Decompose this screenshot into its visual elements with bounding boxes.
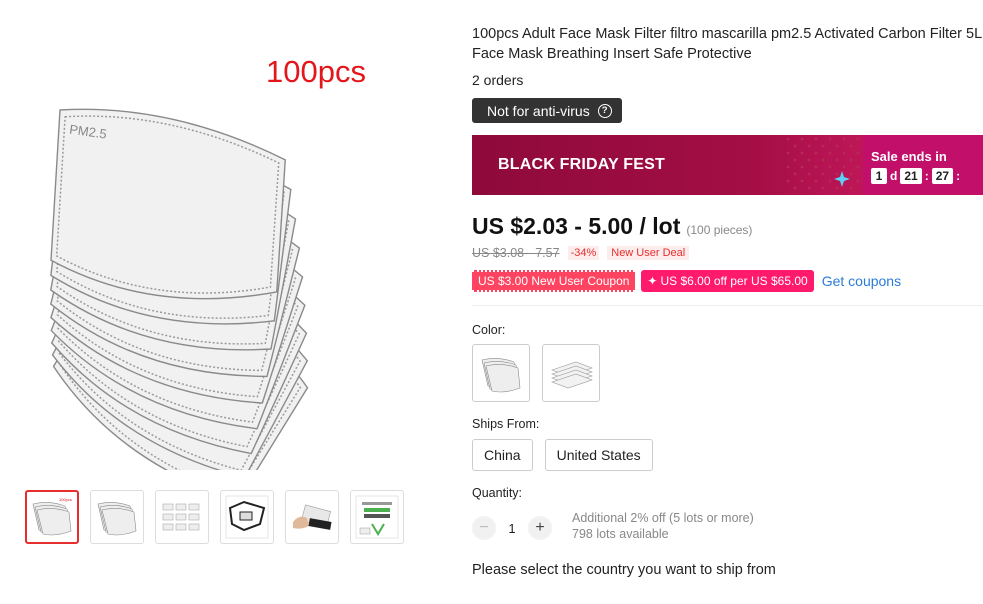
thumbnail-2[interactable] — [90, 490, 144, 544]
stock-available: 798 lots available — [572, 527, 669, 541]
quantity-stepper: − 1 + — [472, 516, 552, 540]
question-icon[interactable]: ? — [597, 103, 612, 118]
sale-ends-label: Sale ends in — [871, 149, 947, 164]
original-price: US $3.08 - 7.57 — [472, 246, 560, 260]
filter-stack-swatch-icon — [481, 358, 521, 393]
filter-pile-swatch-icon — [551, 361, 593, 389]
thumbnail-5[interactable] — [285, 490, 339, 544]
pieces-per-lot: (100 pieces) — [686, 223, 753, 237]
divider — [472, 305, 983, 306]
increase-quantity-button[interactable]: + — [528, 516, 552, 540]
decrease-quantity-button[interactable]: − — [472, 516, 496, 540]
shipping-country-prompt: Please select the country you want to sh… — [472, 562, 776, 578]
store-coupon[interactable]: ✦ US $6.00 off per US $65.00 — [641, 270, 814, 292]
bulk-discount-note: Additional 2% off (5 lots or more) — [572, 511, 754, 525]
ships-from-label: Ships From: — [472, 417, 540, 431]
product-title: 100pcs Adult Face Mask Filter filtro mas… — [472, 24, 983, 64]
mask-diagram-thumb-icon — [225, 495, 269, 539]
layers-diagram-thumb-icon — [355, 495, 399, 539]
thumbnail-strip: 100pcs — [25, 490, 404, 544]
count-overlay: 100pcs — [266, 54, 366, 89]
quantity-notes: Additional 2% off (5 lots or more) 798 l… — [572, 510, 754, 542]
countdown-days: 1 — [871, 168, 887, 184]
ship-option-united-states[interactable]: United States — [544, 439, 653, 471]
coupon-star-icon: ✦ — [647, 274, 658, 288]
separator: : — [924, 169, 929, 183]
color-option-2[interactable] — [542, 344, 600, 402]
countdown-timer: 1 d 21 : 27 : — [871, 168, 983, 184]
store-coupon-text: US $6.00 off per US $65.00 — [660, 274, 808, 288]
price-row: US $2.03 - 5.00 / lot (100 pieces) — [472, 213, 983, 240]
thumbnail-1[interactable]: 100pcs — [25, 490, 79, 544]
banner-title: BLACK FRIDAY FEST — [498, 156, 665, 173]
separator: : — [956, 169, 961, 183]
coupon-row: US $3.00 New User Coupon ✦ US $6.00 off … — [472, 270, 983, 292]
ship-option-china[interactable]: China — [472, 439, 533, 471]
countdown-minutes: 27 — [931, 168, 954, 184]
filter-grid-thumb-icon — [162, 503, 200, 531]
product-title-line-2: Face Mask Breathing Insert Safe Protecti… — [472, 46, 752, 62]
new-user-deal-badge: New User Deal — [607, 246, 690, 260]
thumbnail-6[interactable] — [350, 490, 404, 544]
color-label: Color: — [472, 323, 506, 337]
color-option-1[interactable] — [472, 344, 530, 402]
product-gallery: PM2.5PM2.5PM2.5PM2.5PM2.5PM2.5PM2.5PM2.5… — [0, 0, 440, 604]
hand-insert-thumb-icon — [293, 504, 332, 530]
get-coupons-link[interactable]: Get coupons — [822, 273, 901, 289]
discount-badge: -34% — [567, 246, 600, 260]
notice-text: Not for anti-virus — [487, 102, 590, 119]
filter-stack-thumb-icon: 100pcs — [32, 497, 72, 536]
thumbnail-4[interactable] — [220, 490, 274, 544]
filter-stack-thumb-icon — [97, 502, 137, 536]
quantity-input[interactable]: 1 — [502, 521, 522, 536]
quantity-row: − 1 + Additional 2% off (5 lots or more)… — [472, 510, 983, 542]
sale-countdown: Sale ends in 1 d 21 : 27 : — [863, 135, 983, 195]
svg-text:100pcs: 100pcs — [59, 497, 72, 502]
not-for-antivirus-badge[interactable]: Not for anti-virus ? — [472, 98, 622, 123]
new-user-coupon[interactable]: US $3.00 New User Coupon — [472, 270, 636, 292]
color-options — [472, 344, 983, 402]
black-friday-banner[interactable]: BLACK FRIDAY FEST Sale ends in 1 d 21 : … — [472, 135, 983, 195]
current-price: US $2.03 - 5.00 / lot — [472, 213, 681, 239]
product-title-line-1: 100pcs Adult Face Mask Filter filtro mas… — [472, 26, 983, 42]
quantity-label: Quantity: — [472, 486, 523, 500]
ships-from-options: China United States — [472, 439, 983, 471]
countdown-hours: 21 — [900, 168, 922, 184]
product-info: 100pcs Adult Face Mask Filter filtro mas… — [472, 24, 983, 578]
thumbnail-3[interactable] — [155, 490, 209, 544]
days-unit: d — [890, 169, 898, 183]
orders-count: 2 orders — [472, 72, 524, 88]
original-price-row: US $3.08 - 7.57 -34% New User Deal — [472, 246, 983, 260]
